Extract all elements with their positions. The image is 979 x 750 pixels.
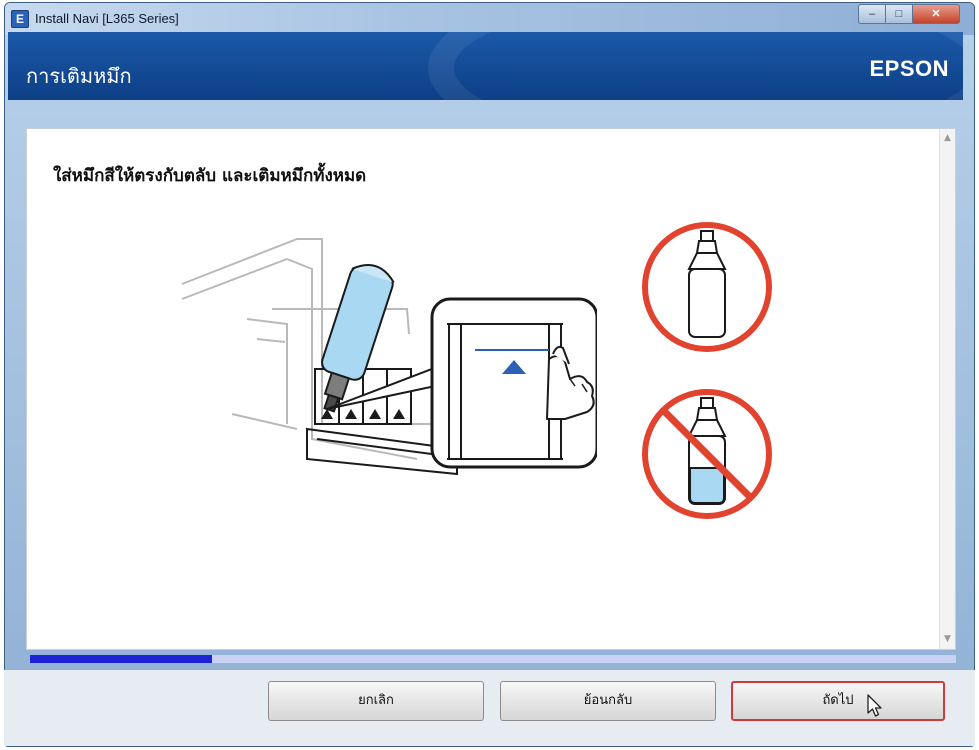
content-scrollbar[interactable]: ▲ ▼ xyxy=(939,129,955,649)
back-button[interactable]: ย้อนกลับ xyxy=(500,681,716,721)
window-title: Install Navi [L365 Series] xyxy=(35,11,179,26)
scroll-down-arrow-icon[interactable]: ▼ xyxy=(940,632,955,647)
partially-filled-ink-bottle-prohibited-icon xyxy=(642,389,772,519)
scroll-up-arrow-icon[interactable]: ▲ xyxy=(940,131,955,146)
empty-ink-bottle-icon xyxy=(642,222,772,352)
header-banner: การเติมหมึก EPSON xyxy=(8,32,963,100)
epson-logo: EPSON xyxy=(869,56,949,81)
close-button[interactable]: ✕ xyxy=(912,4,960,24)
progress-fill xyxy=(30,655,213,663)
title-bar[interactable]: E Install Navi [L365 Series] – □ ✕ xyxy=(5,3,974,35)
next-button[interactable]: ถัดไป xyxy=(731,681,945,721)
instruction-text: ใส่หมึกสีให้ตรงกับตลับ และเติมหมึกทั้งหม… xyxy=(53,166,367,186)
mouse-cursor-icon xyxy=(867,694,882,717)
cancel-button[interactable]: ยกเลิก xyxy=(268,681,484,721)
minimize-button[interactable]: – xyxy=(858,4,886,24)
printer-ink-fill-illustration xyxy=(181,238,597,476)
content-panel: ใส่หมึกสีให้ตรงกับตลับ และเติมหมึกทั้งหม… xyxy=(26,128,956,650)
install-progress-bar xyxy=(30,655,956,663)
epson-app-icon: E xyxy=(11,10,29,28)
maximize-button[interactable]: □ xyxy=(885,4,913,24)
page-title: การเติมหมึก xyxy=(26,64,132,88)
